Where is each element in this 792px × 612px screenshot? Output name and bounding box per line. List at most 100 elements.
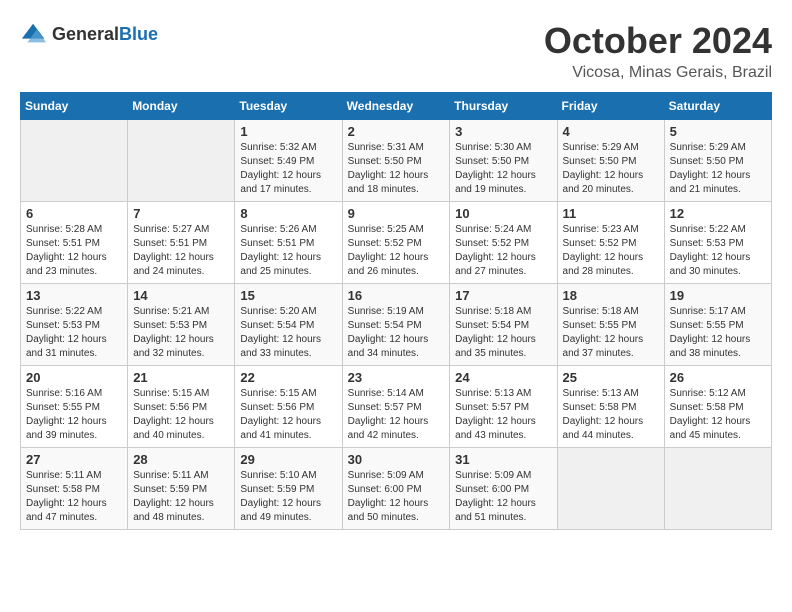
day-info: Sunrise: 5:21 AM Sunset: 5:53 PM Dayligh… (133, 305, 229, 361)
day-number: 9 (348, 206, 445, 221)
calendar-day-cell: 15 Sunrise: 5:20 AM Sunset: 5:54 PM Dayli… (235, 284, 342, 366)
calendar-day-cell: 17 Sunrise: 5:18 AM Sunset: 5:54 PM Dayli… (450, 284, 557, 366)
calendar-day-cell: 11 Sunrise: 5:23 AM Sunset: 5:52 PM Dayli… (557, 202, 664, 284)
calendar-day-cell: 24Sunrise: 5:13 AM Sunset: 5:57 PM Dayli… (450, 366, 557, 448)
day-info: Sunrise: 5:16 AM Sunset: 5:55 PM Dayligh… (26, 387, 122, 443)
day-number: 15 (240, 288, 336, 303)
calendar-empty-cell (664, 448, 771, 530)
calendar-day-cell: 31 Sunrise: 5:09 AM Sunset: 6:00 PM Dayli… (450, 448, 557, 530)
day-info: Sunrise: 5:23 AM Sunset: 5:52 PM Dayligh… (563, 223, 659, 279)
day-number: 12 (670, 206, 766, 221)
day-number: 3 (455, 124, 551, 139)
day-number: 28 (133, 452, 229, 467)
day-info: Sunrise: 5:13 AM Sunset: 5:58 PM Dayligh… (563, 387, 659, 443)
calendar-day-cell: 13Sunrise: 5:22 AM Sunset: 5:53 PM Dayli… (21, 284, 128, 366)
calendar-week-row: 27 Sunrise: 5:11 AM Sunset: 5:58 PM Dayli… (21, 448, 772, 530)
calendar-day-cell: 1Sunrise: 5:32 AM Sunset: 5:49 PM Daylig… (235, 120, 342, 202)
day-number: 22 (240, 370, 336, 385)
day-number: 17 (455, 288, 551, 303)
day-number: 16 (348, 288, 445, 303)
day-number: 31 (455, 452, 551, 467)
day-info: Sunrise: 5:29 AM Sunset: 5:50 PM Dayligh… (563, 141, 659, 197)
day-number: 14 (133, 288, 229, 303)
day-info: Sunrise: 5:20 AM Sunset: 5:54 PM Dayligh… (240, 305, 336, 361)
day-number: 27 (26, 452, 122, 467)
day-number: 23 (348, 370, 445, 385)
calendar-day-cell: 19 Sunrise: 5:17 AM Sunset: 5:55 PM Dayli… (664, 284, 771, 366)
day-info: Sunrise: 5:30 AM Sunset: 5:50 PM Dayligh… (455, 141, 551, 197)
logo-text-general: General (52, 24, 119, 44)
calendar-day-cell: 23 Sunrise: 5:14 AM Sunset: 5:57 PM Dayli… (342, 366, 450, 448)
weekday-header-friday: Friday (557, 93, 664, 120)
calendar-day-cell: 12 Sunrise: 5:22 AM Sunset: 5:53 PM Dayli… (664, 202, 771, 284)
calendar-day-cell: 8 Sunrise: 5:26 AM Sunset: 5:51 PM Daylig… (235, 202, 342, 284)
weekday-header-wednesday: Wednesday (342, 93, 450, 120)
calendar-day-cell: 26Sunrise: 5:12 AM Sunset: 5:58 PM Dayli… (664, 366, 771, 448)
calendar-day-cell: 5Sunrise: 5:29 AM Sunset: 5:50 PM Daylig… (664, 120, 771, 202)
day-number: 13 (26, 288, 122, 303)
day-number: 26 (670, 370, 766, 385)
day-number: 30 (348, 452, 445, 467)
calendar-week-row: 20 Sunrise: 5:16 AM Sunset: 5:55 PM Dayli… (21, 366, 772, 448)
day-info: Sunrise: 5:22 AM Sunset: 5:53 PM Dayligh… (670, 223, 766, 279)
calendar-day-cell: 10 Sunrise: 5:24 AM Sunset: 5:52 PM Dayli… (450, 202, 557, 284)
day-number: 18 (563, 288, 659, 303)
calendar-week-row: 6 Sunrise: 5:28 AM Sunset: 5:51 PM Daylig… (21, 202, 772, 284)
page-header: GeneralBlue October 2024 Vicosa, Minas G… (20, 20, 772, 82)
logo-text-blue: Blue (119, 24, 158, 44)
calendar-day-cell: 7 Sunrise: 5:27 AM Sunset: 5:51 PM Daylig… (128, 202, 235, 284)
day-number: 19 (670, 288, 766, 303)
day-number: 5 (670, 124, 766, 139)
day-info: Sunrise: 5:18 AM Sunset: 5:54 PM Dayligh… (455, 305, 551, 361)
calendar-day-cell: 14 Sunrise: 5:21 AM Sunset: 5:53 PM Dayli… (128, 284, 235, 366)
calendar-day-cell: 3 Sunrise: 5:30 AM Sunset: 5:50 PM Daylig… (450, 120, 557, 202)
day-number: 29 (240, 452, 336, 467)
day-info: Sunrise: 5:27 AM Sunset: 5:51 PM Dayligh… (133, 223, 229, 279)
calendar-day-cell: 21Sunrise: 5:15 AM Sunset: 5:56 PM Dayli… (128, 366, 235, 448)
day-number: 21 (133, 370, 229, 385)
weekday-header-saturday: Saturday (664, 93, 771, 120)
day-info: Sunrise: 5:31 AM Sunset: 5:50 PM Dayligh… (348, 141, 445, 197)
day-info: Sunrise: 5:24 AM Sunset: 5:52 PM Dayligh… (455, 223, 551, 279)
logo-icon (20, 20, 48, 48)
day-info: Sunrise: 5:26 AM Sunset: 5:51 PM Dayligh… (240, 223, 336, 279)
calendar-day-cell: 6 Sunrise: 5:28 AM Sunset: 5:51 PM Daylig… (21, 202, 128, 284)
calendar-week-row: 13Sunrise: 5:22 AM Sunset: 5:53 PM Dayli… (21, 284, 772, 366)
calendar-day-cell: 25 Sunrise: 5:13 AM Sunset: 5:58 PM Dayli… (557, 366, 664, 448)
month-title: October 2024 (544, 20, 772, 62)
calendar-day-cell: 22 Sunrise: 5:15 AM Sunset: 5:56 PM Dayli… (235, 366, 342, 448)
calendar-day-cell: 16 Sunrise: 5:19 AM Sunset: 5:54 PM Dayli… (342, 284, 450, 366)
calendar-empty-cell (21, 120, 128, 202)
day-info: Sunrise: 5:09 AM Sunset: 6:00 PM Dayligh… (455, 469, 551, 525)
day-number: 11 (563, 206, 659, 221)
day-info: Sunrise: 5:11 AM Sunset: 5:58 PM Dayligh… (26, 469, 122, 525)
weekday-header-row: SundayMondayTuesdayWednesdayThursdayFrid… (21, 93, 772, 120)
calendar-day-cell: 30Sunrise: 5:09 AM Sunset: 6:00 PM Dayli… (342, 448, 450, 530)
day-number: 20 (26, 370, 122, 385)
calendar-empty-cell (128, 120, 235, 202)
day-info: Sunrise: 5:18 AM Sunset: 5:55 PM Dayligh… (563, 305, 659, 361)
weekday-header-monday: Monday (128, 93, 235, 120)
day-number: 8 (240, 206, 336, 221)
calendar-day-cell: 20 Sunrise: 5:16 AM Sunset: 5:55 PM Dayli… (21, 366, 128, 448)
calendar-day-cell: 4Sunrise: 5:29 AM Sunset: 5:50 PM Daylig… (557, 120, 664, 202)
day-info: Sunrise: 5:15 AM Sunset: 5:56 PM Dayligh… (240, 387, 336, 443)
day-info: Sunrise: 5:17 AM Sunset: 5:55 PM Dayligh… (670, 305, 766, 361)
calendar-empty-cell (557, 448, 664, 530)
day-info: Sunrise: 5:19 AM Sunset: 5:54 PM Dayligh… (348, 305, 445, 361)
calendar-table: SundayMondayTuesdayWednesdayThursdayFrid… (20, 92, 772, 530)
day-info: Sunrise: 5:25 AM Sunset: 5:52 PM Dayligh… (348, 223, 445, 279)
day-number: 25 (563, 370, 659, 385)
day-number: 7 (133, 206, 229, 221)
day-info: Sunrise: 5:13 AM Sunset: 5:57 PM Dayligh… (455, 387, 551, 443)
weekday-header-sunday: Sunday (21, 93, 128, 120)
day-info: Sunrise: 5:14 AM Sunset: 5:57 PM Dayligh… (348, 387, 445, 443)
day-info: Sunrise: 5:28 AM Sunset: 5:51 PM Dayligh… (26, 223, 122, 279)
weekday-header-tuesday: Tuesday (235, 93, 342, 120)
location-title: Vicosa, Minas Gerais, Brazil (544, 64, 772, 82)
day-number: 6 (26, 206, 122, 221)
calendar-day-cell: 28Sunrise: 5:11 AM Sunset: 5:59 PM Dayli… (128, 448, 235, 530)
day-number: 10 (455, 206, 551, 221)
calendar-day-cell: 29Sunrise: 5:10 AM Sunset: 5:59 PM Dayli… (235, 448, 342, 530)
title-area: October 2024 Vicosa, Minas Gerais, Brazi… (544, 20, 772, 82)
